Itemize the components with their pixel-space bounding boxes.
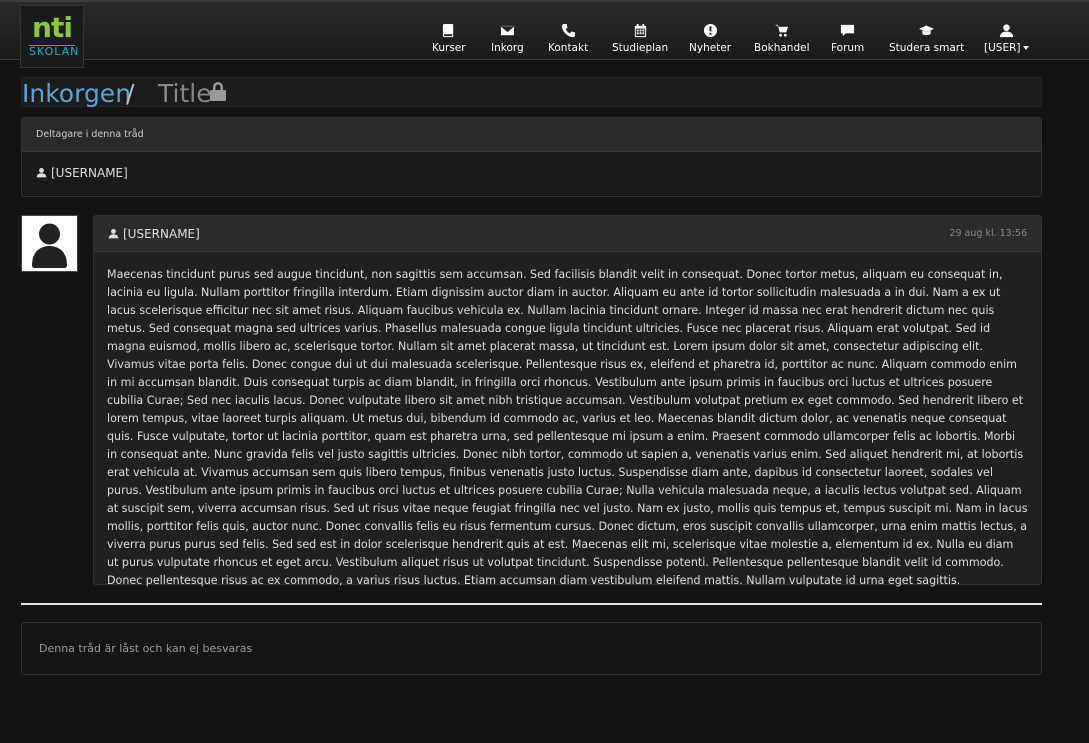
chat-icon [831, 20, 864, 40]
nav-label: Bokhandel [754, 42, 810, 54]
nav-label: Inkorg [491, 42, 524, 54]
nav-label: Studieplan [612, 42, 669, 54]
nav-nyheter[interactable]: Nyheter [689, 20, 731, 54]
nav-inkorg[interactable]: Inkorg [491, 20, 524, 54]
nav-label: Forum [831, 42, 865, 54]
default-avatar-icon [32, 223, 67, 268]
nav-label: Kontakt [548, 42, 589, 54]
chevron-down-icon [1023, 46, 1030, 50]
nav-studera-smart[interactable]: Studera smart [889, 20, 964, 54]
top-navbar: nti SKOLAN Kurser Inkorg Kontakt Studiep… [0, 0, 1089, 68]
nav-user-menu[interactable]: [USER] [984, 20, 1030, 54]
calendar-icon [612, 20, 668, 40]
user-icon [36, 167, 47, 178]
thread-title: Title [158, 79, 212, 108]
nav-label: Nyheter [689, 42, 732, 54]
avatar [21, 215, 78, 272]
participant-name: [USERNAME] [51, 166, 128, 180]
locked-notice: Denna tråd är låst och kan ej besvaras [39, 642, 253, 655]
book-icon [432, 20, 466, 40]
divider [21, 603, 1042, 605]
message-panel: [USERNAME] 29 aug kl. 13:56 Maecenas tin… [93, 215, 1042, 587]
user-icon [108, 217, 119, 239]
nav-kontakt[interactable]: Kontakt [548, 20, 588, 54]
participants-heading: Deltagare i denna tråd [22, 118, 1041, 152]
nav-forum[interactable]: Forum [831, 20, 864, 54]
message-header: [USERNAME] 29 aug kl. 13:56 [94, 216, 1041, 252]
envelope-icon [491, 20, 524, 40]
nav-kurser[interactable]: Kurser [432, 20, 466, 54]
breadcrumb-inbox-link[interactable]: Inkorgen [22, 78, 131, 110]
nav-label: [USER] [984, 42, 1021, 54]
cart-icon [754, 20, 810, 40]
participants-panel: Deltagare i denna tråd [USERNAME] [21, 117, 1042, 197]
main-nav: Kurser Inkorg Kontakt Studieplan Nyheter… [0, 20, 1089, 60]
message-timestamp: 29 aug kl. 13:56 [949, 228, 1027, 239]
lock-icon [207, 80, 229, 102]
user-icon [984, 20, 1029, 40]
message-author-name: [USERNAME] [123, 227, 200, 241]
breadcrumb: Inkorgen / Title [21, 77, 1042, 110]
nav-label: Kurser [432, 42, 466, 54]
participant-item: [USERNAME] [22, 152, 1041, 180]
graduation-cap-icon [889, 20, 964, 40]
breadcrumb-separator: / [126, 79, 135, 108]
nav-bokhandel[interactable]: Bokhandel [754, 20, 810, 54]
message-body: Maecenas tincidunt purus sed augue tinci… [107, 268, 1028, 587]
nav-label: Studera smart [889, 42, 965, 54]
info-icon [689, 20, 731, 40]
message-author: [USERNAME] [108, 216, 200, 252]
locked-notice-panel: Denna tråd är låst och kan ej besvaras [21, 622, 1042, 675]
phone-icon [548, 20, 588, 40]
nav-studieplan[interactable]: Studieplan [612, 20, 668, 54]
